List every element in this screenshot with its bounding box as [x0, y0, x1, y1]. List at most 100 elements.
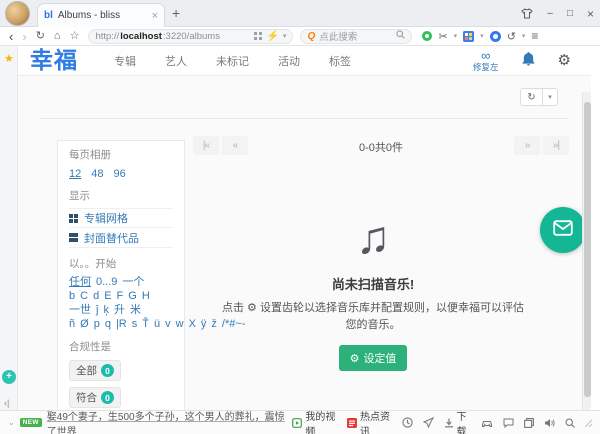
per-page-option[interactable]: 12	[69, 168, 81, 180]
history-clock-icon[interactable]	[401, 417, 413, 428]
side-tool-icon[interactable]: +	[2, 370, 16, 384]
alphabet-link[interactable]: F	[117, 290, 124, 302]
scrollbar-thumb[interactable]	[584, 102, 591, 397]
browser-tab[interactable]: bl Albums - bliss ×	[37, 3, 165, 27]
tab-close-icon[interactable]: ×	[152, 10, 158, 22]
per-page-option[interactable]: 96	[114, 168, 126, 180]
favorites-star-icon[interactable]: ★	[4, 52, 14, 65]
filter-sidebar: 每页相册 12 48 96 显示 专辑网格 封面替代品 以。。开始 任何 0...9 一…	[57, 140, 245, 434]
page-scrollbar[interactable]	[582, 92, 591, 434]
status-chevron-icon[interactable]: ⌄	[8, 418, 15, 427]
theme-skin-icon[interactable]	[521, 8, 534, 19]
address-caret-icon[interactable]: ▾	[283, 32, 287, 40]
compliance-filter-button[interactable]: 全部 0	[69, 360, 121, 381]
last-page-button[interactable]: »|	[543, 136, 569, 155]
compliance-filter-button[interactable]: 符合 0	[69, 387, 121, 408]
screenshot-scissors-icon[interactable]: ✂	[438, 30, 447, 43]
alphabet-link[interactable]: Ø	[80, 318, 89, 330]
history-undo-icon[interactable]: ↺	[507, 30, 516, 43]
alphabet-link[interactable]: q	[105, 318, 111, 330]
alphabet-link[interactable]: G	[128, 290, 137, 302]
download-button[interactable]: 下载	[444, 408, 472, 434]
alphabet-link[interactable]: Ť	[142, 318, 149, 330]
alphabet-link[interactable]: v	[165, 318, 171, 330]
alphabet-link[interactable]: p	[94, 318, 100, 330]
alphabet-link[interactable]: 一世	[69, 304, 91, 316]
browser-window: bl Albums - bliss × + – □ × ‹ › ↻ ⌂ ☆ ht…	[0, 0, 600, 434]
alphabet-link[interactable]: ķ	[103, 304, 109, 316]
extensions-caret-icon[interactable]: ▾	[480, 32, 484, 40]
per-page-option[interactable]: 48	[91, 168, 103, 180]
home-icon[interactable]: ⌂	[54, 30, 61, 42]
refresh-button[interactable]: ↻	[520, 88, 543, 106]
shopping-guard-icon[interactable]	[481, 418, 493, 428]
alphabet-link[interactable]: 米	[130, 304, 141, 316]
alphabet-link[interactable]: |R	[116, 318, 127, 330]
nav-item[interactable]: 活动	[278, 53, 300, 69]
extensions-icon[interactable]	[463, 30, 475, 42]
undo-caret-icon[interactable]: ▾	[522, 32, 526, 40]
settings-button[interactable]: ⚙ 设定值	[338, 345, 408, 372]
settings-gear-icon[interactable]: ⚙	[558, 53, 571, 68]
alphabet-link[interactable]: ñ	[69, 318, 75, 330]
search-magnifier-icon[interactable]	[396, 30, 406, 42]
speaker-icon[interactable]	[544, 418, 555, 428]
alphabet-link[interactable]: E	[104, 290, 111, 302]
alphabet-link[interactable]: ü	[154, 318, 160, 330]
resize-grip[interactable]	[585, 418, 592, 427]
browser-toolbar: ‹ › ↻ ⌂ ☆ http://localhost:3220/albums ⚡…	[0, 27, 600, 46]
multi-window-icon[interactable]	[524, 417, 535, 428]
filter-label: 符合	[76, 392, 97, 404]
alphabet-link[interactable]: 0...9	[96, 276, 117, 288]
scissors-caret-icon[interactable]: ▾	[454, 32, 458, 40]
speed-mode-icon[interactable]: ⚡	[266, 31, 278, 42]
alphabet-link[interactable]: ĵ	[96, 304, 98, 316]
alphabet-link[interactable]: w	[176, 318, 184, 330]
nav-item[interactable]: 专辑	[114, 53, 136, 69]
message-icon[interactable]	[503, 418, 514, 428]
nav-item[interactable]: 未标记	[216, 53, 249, 69]
collapse-panel-icon[interactable]: ‹|	[4, 398, 9, 408]
alphabet-link[interactable]: 升	[114, 304, 125, 316]
first-page-button[interactable]: |«	[193, 136, 219, 155]
news-headline-link[interactable]: 娶49个妻子，生500多个子孙，这个男人的葬礼，震惊了世界	[47, 408, 293, 434]
back-icon[interactable]: ‹	[9, 30, 13, 43]
alphabet-link[interactable]: 一个	[122, 276, 144, 288]
alphabet-link[interactable]: s	[132, 318, 138, 330]
site-logo[interactable]: 幸福	[30, 49, 78, 72]
maximize-button[interactable]: □	[567, 8, 573, 19]
notifications-bell-icon[interactable]	[521, 51, 536, 71]
bookmark-star-icon[interactable]: ☆	[70, 30, 80, 42]
menu-icon[interactable]: ≡	[531, 29, 538, 43]
reader-mode-icon[interactable]	[254, 32, 263, 40]
next-page-button[interactable]: »	[514, 136, 540, 155]
feedback-mail-fab[interactable]	[540, 207, 586, 253]
display-option-covers[interactable]: 封面替代品	[69, 228, 173, 248]
nav-item[interactable]: 标签	[329, 53, 351, 69]
alphabet-link[interactable]: d	[93, 290, 99, 302]
apps-icon[interactable]	[489, 30, 501, 42]
alphabet-link[interactable]: C	[80, 290, 88, 302]
fixes-left-indicator[interactable]: ∞ 修复左	[473, 49, 499, 72]
minimize-button[interactable]: –	[547, 8, 553, 19]
display-option-grid[interactable]: 专辑网格	[69, 208, 173, 228]
boost-rocket-icon[interactable]	[422, 417, 434, 428]
new-tab-button[interactable]: +	[172, 5, 180, 21]
hot-news-button[interactable]: 热点资讯	[346, 408, 392, 434]
alphabet-link[interactable]: 任何	[69, 276, 91, 288]
user-avatar[interactable]	[5, 1, 30, 26]
reload-icon[interactable]: ↻	[36, 30, 45, 42]
search-engine-icon[interactable]: Q	[307, 31, 315, 42]
alphabet-link[interactable]: H	[142, 290, 150, 302]
alphabet-link[interactable]: b	[69, 290, 75, 302]
pagination-count: 0-0共0件	[358, 142, 404, 154]
refresh-caret-button[interactable]: ▾	[543, 88, 558, 106]
address-bar[interactable]: http://localhost:3220/albums ⚡ ▾	[88, 28, 294, 44]
search-box[interactable]: Q 点此搜索	[300, 28, 413, 44]
nav-item[interactable]: 艺人	[165, 53, 187, 69]
browser-logo-icon[interactable]	[422, 31, 433, 41]
zoom-magnifier-icon[interactable]	[565, 417, 576, 428]
prev-page-button[interactable]: «	[222, 136, 248, 155]
my-videos-button[interactable]: 我的视频	[292, 408, 337, 434]
window-close-button[interactable]: ×	[587, 7, 594, 21]
